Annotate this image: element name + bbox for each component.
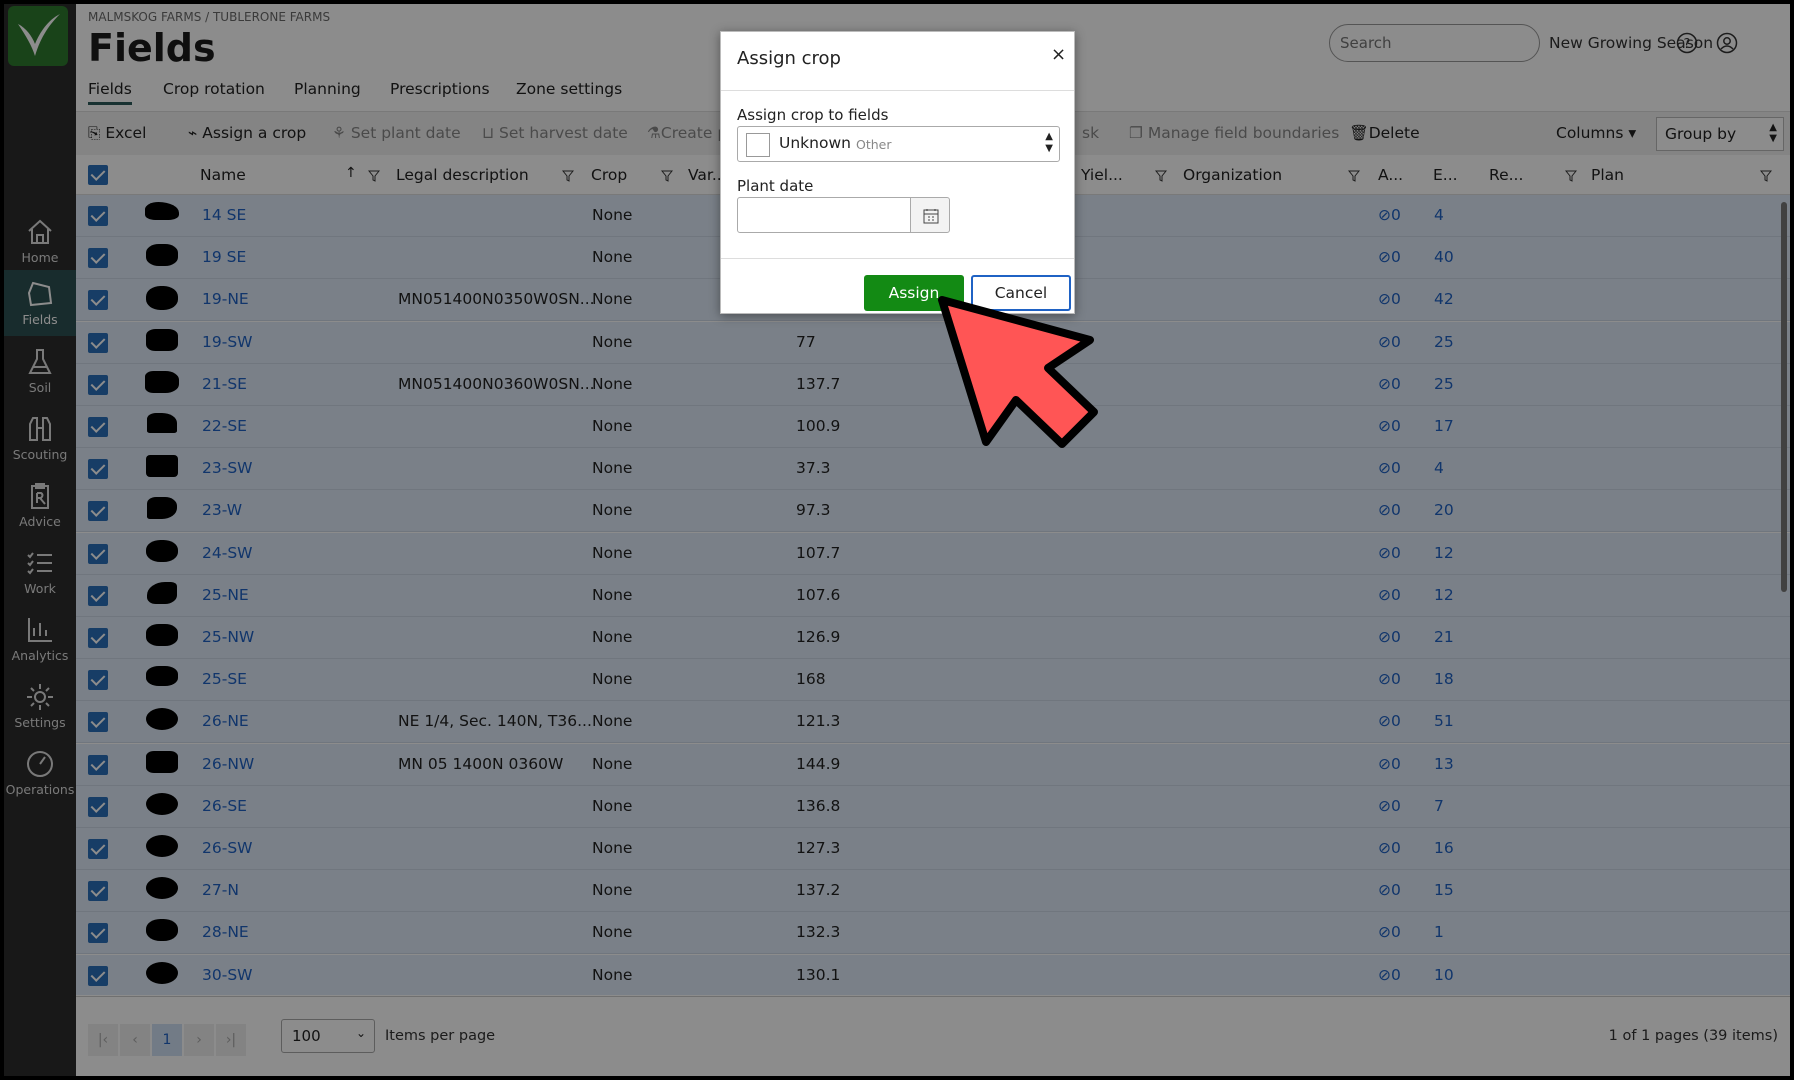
app-window: Home Fields Soil Scouting Advice Work An…	[4, 4, 1790, 1076]
crop-field-label: Assign crop to fields	[737, 106, 889, 124]
divider	[721, 258, 1074, 259]
plant-date-input[interactable]	[737, 197, 911, 233]
calendar-button[interactable]	[910, 197, 950, 233]
crop-select-hint: Other	[856, 137, 892, 152]
calendar-icon	[923, 209, 939, 224]
crop-color-swatch	[746, 133, 770, 157]
pointer-cursor-icon	[938, 296, 1098, 448]
divider	[721, 90, 1074, 91]
assign-crop-dialog: Assign crop × Assign crop to fields Unkn…	[720, 31, 1075, 314]
plant-date-label: Plant date	[737, 177, 814, 195]
crop-select-value: Unknown	[779, 134, 851, 152]
crop-select[interactable]: Unknown Other ▲ ▼	[737, 126, 1060, 162]
spinner-arrows-icon: ▲ ▼	[1045, 131, 1053, 154]
close-icon[interactable]: ×	[1051, 44, 1066, 65]
dialog-title: Assign crop	[737, 48, 841, 69]
